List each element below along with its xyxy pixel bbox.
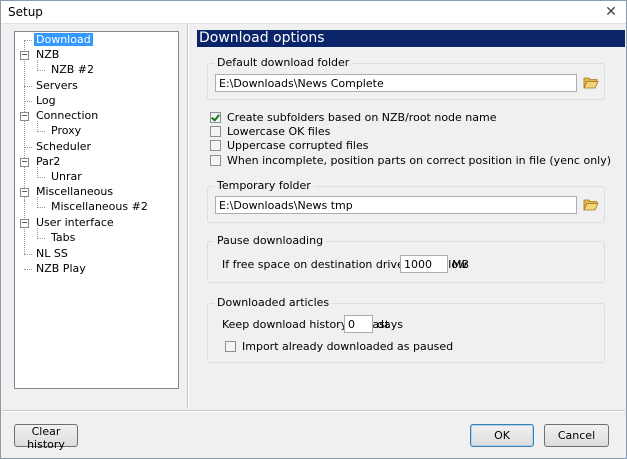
downloaded-articles-group: Downloaded articles — [207, 296, 605, 363]
tree-connector-line — [37, 207, 45, 208]
option-label: Import already downloaded as paused — [242, 340, 454, 353]
tree-item-par2[interactable]: Par2 — [34, 155, 62, 169]
cancel-button[interactable]: Cancel — [544, 424, 609, 447]
tree-item-label: Connection — [36, 109, 99, 122]
tree-item-label: NZB Play — [36, 262, 86, 275]
tree-connector-line — [24, 101, 32, 102]
tree-item-scheduler[interactable]: Scheduler — [34, 140, 93, 154]
settings-tree[interactable]: − − − − − Download NZB NZB #2 Servers Lo… — [14, 31, 179, 389]
tree-collapse-icon[interactable]: − — [20, 219, 29, 228]
window-title: Setup — [8, 5, 43, 19]
free-space-input[interactable] — [400, 255, 448, 273]
clear-history-button[interactable]: Clear history — [14, 424, 78, 451]
free-space-unit: MB — [452, 258, 470, 271]
tree-connector-line — [37, 131, 45, 132]
group-title: Pause downloading — [214, 234, 327, 248]
temporary-folder-input[interactable] — [215, 196, 577, 214]
tree-item-label: Tabs — [51, 231, 76, 244]
tree-item-label: Servers — [36, 79, 78, 92]
tree-collapse-icon[interactable]: − — [20, 112, 29, 121]
tree-item-nzb-2[interactable]: NZB #2 — [49, 63, 96, 77]
ok-button[interactable]: OK — [470, 424, 534, 447]
panel-header: Download options — [197, 30, 625, 47]
group-title: Temporary folder — [214, 179, 314, 193]
tree-item-label: Scheduler — [36, 140, 92, 153]
tree-item-label: User interface — [36, 216, 114, 229]
tree-item-download[interactable]: Download — [34, 33, 93, 47]
tree-collapse-icon[interactable]: − — [20, 51, 29, 60]
history-unit: days — [377, 318, 403, 331]
tree-item-label: NZB #2 — [51, 63, 95, 76]
option-create-subfolders[interactable]: Create subfolders based on NZB/root node… — [210, 111, 497, 125]
checkbox-unchecked[interactable] — [210, 154, 221, 166]
tree-connector-line — [37, 238, 45, 239]
tree-connector-line — [24, 86, 32, 87]
tree-item-user-interface[interactable]: User interface — [34, 216, 116, 230]
tree-connector-line — [24, 147, 32, 148]
panel-separator — [187, 24, 188, 409]
tree-item-label: Unrar — [51, 170, 82, 183]
tree-item-log[interactable]: Log — [34, 94, 58, 108]
tree-connector-line — [24, 40, 32, 41]
close-icon[interactable]: ✕ — [604, 5, 618, 19]
tree-item-label: NL SS — [36, 247, 68, 260]
tree-item-label: Log — [36, 94, 56, 107]
tree-connector-line — [37, 70, 45, 71]
checkbox-unchecked[interactable] — [210, 139, 221, 151]
tree-item-miscellaneous[interactable]: Miscellaneous — [34, 185, 115, 199]
title-bar: Setup ✕ — [1, 1, 626, 24]
option-label: Uppercase corrupted files — [227, 139, 369, 152]
option-import-paused[interactable]: Import already downloaded as paused — [225, 340, 453, 354]
option-uppercase-corrupted-files[interactable]: Uppercase corrupted files — [210, 139, 368, 153]
tree-connector-line — [24, 269, 32, 270]
history-days-input[interactable] — [344, 315, 373, 333]
tree-item-tabs[interactable]: Tabs — [49, 231, 77, 245]
tree-item-label: Miscellaneous #2 — [51, 200, 148, 213]
tree-item-nl-ss[interactable]: NL SS — [34, 247, 70, 261]
option-position-parts[interactable]: When incomplete, position parts on corre… — [210, 154, 611, 168]
tree-item-label: Proxy — [51, 124, 82, 137]
tree-connector-line — [37, 177, 45, 178]
default-folder-input[interactable] — [215, 74, 577, 92]
tree-connector-line — [24, 254, 32, 255]
tree-item-nzb[interactable]: NZB — [34, 48, 61, 62]
tree-item-miscellaneous-2[interactable]: Miscellaneous #2 — [49, 200, 150, 214]
checkbox-unchecked[interactable] — [225, 340, 236, 352]
option-label: Create subfolders based on NZB/root node… — [227, 111, 497, 124]
setup-window: Setup ✕ − − − − − Download NZB NZB #2 Se… — [0, 0, 627, 459]
option-label: Lowercase OK files — [227, 125, 331, 138]
tree-item-proxy[interactable]: Proxy — [49, 124, 83, 138]
group-title: Downloaded articles — [214, 296, 333, 310]
option-label: When incomplete, position parts on corre… — [227, 154, 612, 167]
folder-open-icon[interactable] — [583, 198, 599, 212]
tree-item-unrar[interactable]: Unrar — [49, 170, 84, 184]
tree-item-label: Download — [34, 33, 93, 46]
folder-open-icon[interactable] — [583, 76, 599, 90]
tree-item-connection[interactable]: Connection — [34, 109, 100, 123]
tree-item-label: Miscellaneous — [36, 185, 114, 198]
footer-separator — [2, 410, 625, 411]
checkbox-checked[interactable] — [210, 111, 221, 123]
tree-item-nzb-play[interactable]: NZB Play — [34, 262, 88, 276]
tree-item-label: NZB — [36, 48, 60, 61]
option-lowercase-ok-files[interactable]: Lowercase OK files — [210, 125, 330, 139]
group-title: Default download folder — [214, 56, 353, 70]
checkbox-unchecked[interactable] — [210, 125, 221, 137]
tree-item-servers[interactable]: Servers — [34, 79, 80, 93]
tree-collapse-icon[interactable]: − — [20, 158, 29, 167]
tree-collapse-icon[interactable]: − — [20, 188, 29, 197]
tree-item-label: Par2 — [36, 155, 61, 168]
